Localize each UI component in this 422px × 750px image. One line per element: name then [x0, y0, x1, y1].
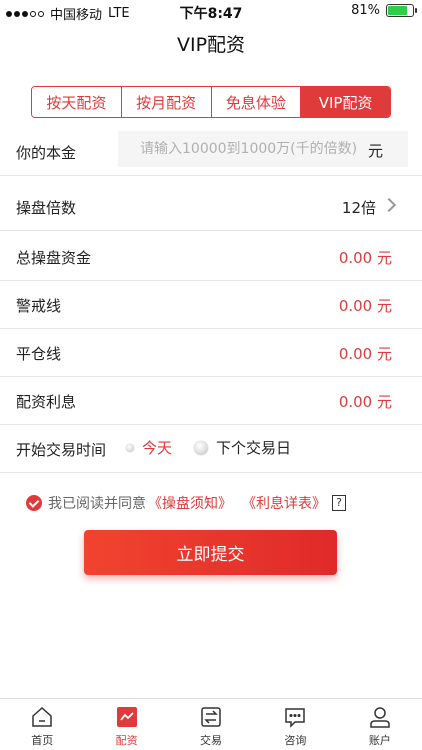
radio-next-day[interactable]: 下个交易日 [194, 437, 291, 458]
page-title: VIP配资 [176, 34, 246, 56]
radio-circle-icon [126, 443, 134, 452]
segment-control: 按天配资 按月配资 免息体验 VIP配资 [31, 86, 391, 118]
interest-row: 配资利息 0.00 元 [0, 377, 422, 425]
user-icon [370, 707, 390, 728]
tab-funding[interactable]: 配资 [84, 699, 168, 750]
principal-unit: 元 [368, 142, 384, 160]
battery-fill [388, 6, 408, 15]
checkbox-checked-icon[interactable] [26, 495, 42, 511]
trading-rules-link[interactable]: 《操盘须知》 [148, 493, 232, 513]
chart-icon [116, 707, 137, 727]
multiplier-value: 12倍 [341, 199, 376, 217]
close-line-label: 平仓线 [16, 345, 62, 363]
interest-label: 配资利息 [16, 393, 77, 411]
radio-circle-icon [194, 440, 208, 455]
interest-table-link[interactable]: 《利息详表》 [242, 493, 326, 513]
multiplier-label: 操盘倍数 [16, 199, 77, 217]
status-right: 81% [351, 3, 417, 18]
agreement-row: 我已阅读并同意 《操盘须知》 《利息详表》 ? [26, 493, 346, 513]
tab-home-label: 首页 [31, 734, 54, 747]
principal-row: 你的本金 元 [0, 128, 422, 176]
tab-account-label: 账户 [368, 734, 391, 747]
total-fund-row: 总操盘资金 0.00 元 [0, 233, 422, 281]
tab-consult-label: 咨询 [284, 734, 307, 747]
total-fund-label: 总操盘资金 [16, 249, 92, 267]
total-fund-value: 0.00 元 [338, 249, 392, 267]
chat-icon [285, 708, 306, 728]
segment-monthly[interactable]: 按月配资 [121, 87, 212, 117]
tab-trade[interactable]: 交易 [169, 699, 253, 750]
tab-consult[interactable]: 咨询 [253, 699, 337, 750]
radio-today-label: 今天 [142, 439, 173, 457]
radio-today[interactable]: 今天 [126, 437, 172, 458]
principal-input[interactable] [118, 131, 408, 167]
tab-funding-label: 配资 [115, 734, 138, 747]
segment-free-trial[interactable]: 免息体验 [211, 87, 302, 117]
tab-home[interactable]: 首页 [0, 699, 84, 750]
segment-vip[interactable]: VIP配资 [301, 87, 390, 117]
battery-icon [386, 4, 417, 17]
tab-trade-label: 交易 [200, 734, 223, 747]
battery-percent: 81% [351, 3, 380, 18]
start-time-label: 开始交易时间 [16, 441, 107, 459]
submit-button[interactable]: 立即提交 [84, 530, 337, 575]
radio-next-day-label: 下个交易日 [216, 439, 292, 457]
exchange-icon [201, 707, 221, 727]
multiplier-row[interactable]: 操盘倍数 12倍 [0, 183, 422, 231]
warning-line-value: 0.00 元 [338, 297, 392, 315]
help-icon[interactable]: ? [332, 495, 346, 511]
agreement-text: 我已阅读并同意 [48, 496, 146, 512]
home-icon [32, 706, 52, 727]
tab-account[interactable]: 账户 [338, 699, 422, 750]
close-line-row: 平仓线 0.00 元 [0, 329, 422, 377]
principal-label: 你的本金 [16, 144, 77, 162]
start-time-row: 开始交易时间 今天 下个交易日 [0, 425, 422, 473]
segment-daily[interactable]: 按天配资 [32, 87, 122, 117]
warning-line-row: 警戒线 0.00 元 [0, 281, 422, 329]
interest-value: 0.00 元 [338, 393, 392, 411]
close-line-value: 0.00 元 [338, 345, 392, 363]
status-bar: 中国移动 LTE 下午8:47 81% [0, 0, 422, 23]
tab-bar: 首页 配资 交易 咨询 账户 [0, 698, 422, 750]
chevron-right-icon [381, 197, 397, 213]
warning-line-label: 警戒线 [16, 297, 62, 315]
